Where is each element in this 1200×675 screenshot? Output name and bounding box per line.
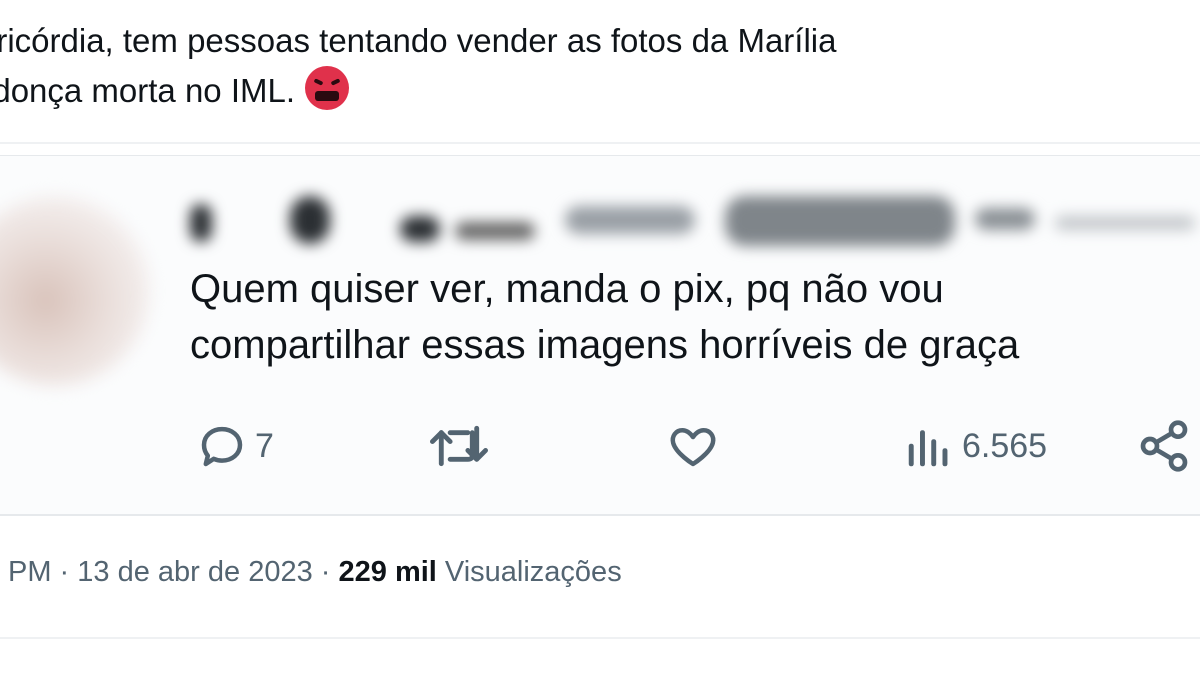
like-icon	[664, 419, 722, 473]
divider	[0, 142, 1200, 144]
tweet-text-line-2-text: ndonça morta no IML.	[0, 72, 296, 109]
blurred-username	[185, 186, 1200, 256]
quoted-tweet-text: Quem quiser ver, manda o pix, pq não vou…	[190, 261, 1190, 373]
reply-icon	[195, 419, 249, 473]
tweet-text-line-1: ericórdia, tem pessoas tentando vender a…	[0, 22, 837, 59]
views-button[interactable]: 6.565	[902, 416, 1047, 476]
separator: ·	[312, 556, 339, 588]
share-icon	[1136, 418, 1192, 474]
retweet-icon	[428, 419, 490, 473]
tweet-text-line-2: ndonça morta no IML.	[0, 66, 1150, 116]
avatar[interactable]	[0, 196, 150, 386]
views-count: 6.565	[962, 426, 1048, 465]
views-chart-icon	[902, 419, 956, 473]
quoted-tweet-line-1: Quem quiser ver, manda o pix, pq não vou	[190, 267, 944, 311]
like-button[interactable]	[664, 416, 722, 476]
reply-count: 7	[255, 426, 274, 465]
views-label: Visualizações	[436, 556, 622, 588]
action-bar: 7 6.565	[0, 416, 1200, 476]
views-number: 229 mil	[338, 556, 437, 588]
share-button[interactable]	[1136, 416, 1192, 476]
tweet-text: ericórdia, tem pessoas tentando vender a…	[0, 16, 1150, 116]
separator: ·	[51, 556, 78, 588]
quoted-tweet-line-2: compartilhar essas imagens horríveis de …	[190, 323, 1020, 367]
tweet-time[interactable]: PM	[8, 556, 52, 588]
quoted-tweet-card[interactable]: Quem quiser ver, manda o pix, pq não vou…	[0, 155, 1200, 516]
reply-button[interactable]: 7	[195, 416, 274, 476]
retweet-button[interactable]	[428, 416, 490, 476]
tweet-metadata: PM · 13 de abr de 2023 · 229 mil Visuali…	[8, 556, 622, 589]
divider	[0, 637, 1200, 639]
angry-face-emoji-icon	[305, 66, 350, 110]
tweet-date[interactable]: 13 de abr de 2023	[77, 556, 312, 588]
